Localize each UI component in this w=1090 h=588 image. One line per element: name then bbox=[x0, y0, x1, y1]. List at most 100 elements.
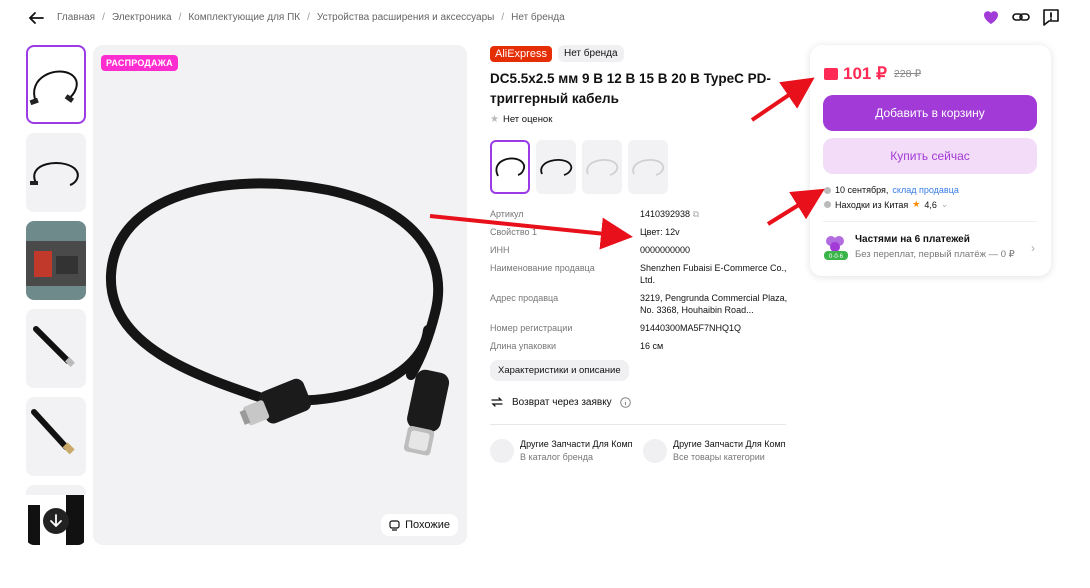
buy-box: 101 ₽ 228 ₽ Добавить в корзину Купить се… bbox=[810, 45, 1051, 276]
delivery-date: 10 сентября, bbox=[835, 185, 889, 195]
spec-key: Адрес продавца bbox=[490, 293, 559, 303]
thumbnail[interactable] bbox=[26, 133, 86, 212]
spec-row: Длина упаковки 16 см bbox=[490, 340, 790, 352]
star-icon: ★ bbox=[912, 199, 921, 209]
connector-image bbox=[33, 326, 75, 367]
svg-text:0·0·6: 0·0·6 bbox=[829, 254, 844, 260]
seller-name[interactable]: Находки из Китая bbox=[835, 200, 908, 210]
product-info: AliExpress Нет бренда DC5.5x2.5 мм 9 В 1… bbox=[490, 45, 790, 463]
installment-icon: 0·0·6 bbox=[823, 233, 848, 261]
cable-image bbox=[495, 157, 525, 177]
breadcrumb-item[interactable]: Устройства расширения и аксессуары bbox=[317, 12, 494, 23]
product-title: DC5.5x2.5 мм 9 В 12 В 15 В 20 В TypeC PD… bbox=[490, 71, 771, 106]
spec-value: 3219, Pengrunda Commercial Plaza, No. 33… bbox=[640, 293, 788, 315]
star-icon: ★ bbox=[490, 114, 499, 125]
return-policy: Возврат через заявку bbox=[490, 395, 790, 409]
aliexpress-logo[interactable]: AliExpress bbox=[490, 45, 552, 62]
spec-row: Наименование продавца Shenzhen Fubaisi E-… bbox=[490, 262, 790, 286]
category-link[interactable]: Другие Запчасти Для Компьютеров Все товар… bbox=[643, 439, 786, 463]
breadcrumb-item[interactable]: Комплектующие для ПК bbox=[188, 12, 300, 23]
article-number: 1410392938 bbox=[640, 209, 691, 219]
breadcrumb: Главная / Электроника / Комплектующие для … bbox=[57, 12, 565, 23]
old-price: 228 ₽ bbox=[893, 68, 922, 80]
layers-icon bbox=[643, 439, 667, 463]
spec-row: Адрес продавца 3219, Pengrunda Commercial… bbox=[490, 292, 790, 316]
variant-option[interactable] bbox=[536, 140, 576, 194]
category-links: Другие Запчасти Для Компьютеров В каталог… bbox=[490, 439, 790, 463]
rating-text: Нет оценок bbox=[502, 114, 553, 125]
seller-rating: 4,6 bbox=[924, 199, 937, 210]
spec-value: 16 см bbox=[640, 341, 664, 351]
spec-key: Наименование продавца bbox=[490, 263, 595, 273]
stock-link[interactable]: склад продавца bbox=[892, 185, 958, 195]
return-text: Возврат через заявку bbox=[512, 396, 612, 408]
similar-label: Похожие bbox=[405, 519, 450, 531]
variant-selector bbox=[490, 140, 790, 194]
info-icon[interactable] bbox=[619, 396, 631, 408]
chevron-down-icon[interactable]: ⌄ bbox=[941, 199, 949, 210]
grapes-icon: 0·0·6 bbox=[824, 236, 848, 260]
wallet-icon bbox=[824, 68, 838, 80]
back-arrow-icon[interactable] bbox=[27, 9, 45, 27]
thumbnail[interactable] bbox=[26, 309, 86, 388]
brand-chip[interactable]: Нет бренда bbox=[557, 45, 624, 62]
rating: ★ Нет оценок bbox=[490, 114, 790, 125]
installment-offer[interactable]: 0·0·6 Частями на 6 платежей Без переплат… bbox=[823, 233, 1037, 261]
delivery-info: 10 сентября, склад продавца Находки из К… bbox=[824, 185, 959, 214]
cable-image bbox=[540, 159, 573, 176]
brand-row: AliExpress Нет бренда bbox=[490, 45, 790, 62]
heart-icon[interactable] bbox=[982, 8, 1000, 26]
thumbnail[interactable] bbox=[26, 397, 86, 476]
variant-option[interactable] bbox=[582, 140, 622, 194]
cable-image bbox=[632, 159, 665, 176]
specs-table: Артикул 1410392938 ⧉ Свойство 1 Цвет: 12v … bbox=[490, 208, 790, 352]
clock-icon bbox=[824, 186, 831, 194]
spec-value: 0000000000 bbox=[640, 245, 691, 255]
spec-key: Длина упаковки bbox=[490, 341, 557, 351]
breadcrumb-item[interactable]: Электроника bbox=[112, 12, 172, 23]
report-icon[interactable] bbox=[1042, 8, 1060, 26]
spec-row: Свойство 1 Цвет: 12v bbox=[490, 226, 790, 238]
thumbnail-strip bbox=[26, 45, 86, 554]
scroll-down-button[interactable] bbox=[43, 508, 69, 534]
link-subtitle: В каталог бренда bbox=[520, 452, 594, 462]
spec-value: Shenzhen Fubaisi E-Commerce Co., Ltd. bbox=[640, 263, 787, 285]
spec-row: Номер регистрации 91440300MA5F7NHQ1Q bbox=[490, 322, 790, 334]
top-bar: Главная / Электроника / Комплектующие для … bbox=[0, 0, 1090, 36]
price-row: 101 ₽ 228 ₽ bbox=[824, 64, 921, 84]
add-to-cart-button[interactable]: Добавить в корзину bbox=[823, 95, 1037, 131]
cable-image bbox=[586, 159, 619, 176]
link-title: Другие Запчасти Для Компьютеров bbox=[673, 439, 786, 449]
arrow-down-icon bbox=[50, 514, 62, 528]
breadcrumb-item[interactable]: Главная bbox=[57, 12, 95, 23]
spec-row: ИНН 0000000000 bbox=[490, 244, 790, 256]
brand-catalog-link[interactable]: Другие Запчасти Для Компьютеров В каталог… bbox=[490, 439, 633, 463]
spec-key: Свойство 1 bbox=[490, 227, 538, 237]
thumbnail[interactable] bbox=[26, 221, 86, 300]
store-icon bbox=[824, 201, 831, 208]
similar-button[interactable]: Похожие bbox=[381, 514, 458, 536]
buy-now-button[interactable]: Купить сейчас bbox=[823, 138, 1037, 174]
thumbnail[interactable] bbox=[26, 45, 86, 124]
breadcrumb-item[interactable]: Нет бренда bbox=[511, 12, 565, 23]
variant-option[interactable] bbox=[490, 140, 530, 194]
tag-icon bbox=[490, 439, 514, 463]
cable-image bbox=[29, 70, 78, 106]
spec-key: ИНН bbox=[490, 245, 510, 255]
cable-photo bbox=[105, 178, 450, 456]
characteristics-button[interactable]: Характеристики и описание bbox=[490, 360, 629, 381]
divider bbox=[490, 424, 786, 425]
installment-subtitle: Без переплат, первый платёж — 0 ₽ bbox=[855, 249, 1015, 260]
variant-option[interactable] bbox=[628, 140, 668, 194]
spec-value: Цвет: 12v bbox=[640, 227, 680, 237]
top-actions bbox=[982, 8, 1060, 26]
connector-image bbox=[31, 409, 75, 455]
device-photo bbox=[26, 241, 86, 286]
link-icon[interactable] bbox=[1012, 8, 1030, 26]
installment-title: Частями на 6 платежей bbox=[855, 234, 970, 245]
price: 101 ₽ bbox=[843, 64, 887, 83]
spec-value: 91440300MA5F7NHQ1Q bbox=[640, 323, 742, 333]
copy-icon[interactable]: ⧉ bbox=[693, 209, 699, 219]
spec-row: Артикул 1410392938 ⧉ bbox=[490, 208, 790, 220]
main-product-image[interactable]: РАСПРОДАЖА Похожие bbox=[93, 45, 467, 545]
